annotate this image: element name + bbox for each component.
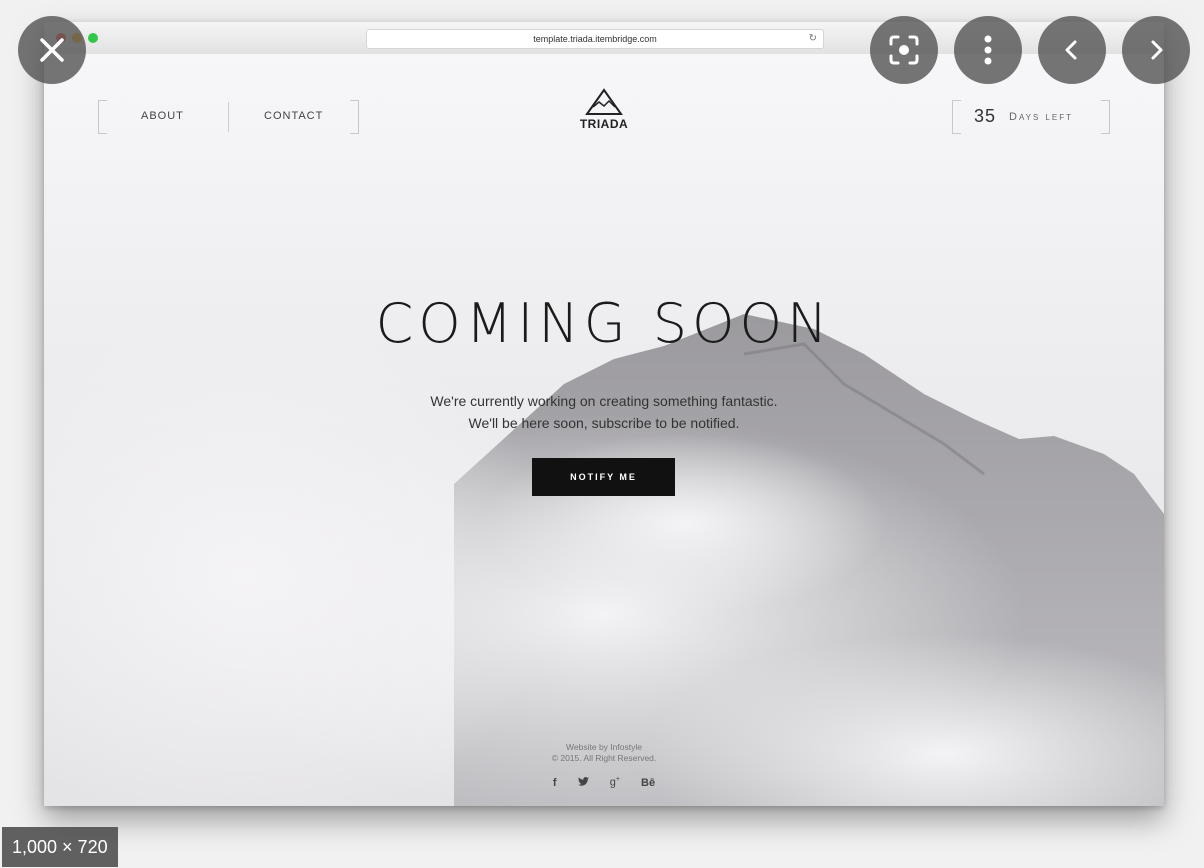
more-vert-icon xyxy=(984,35,992,65)
lens-icon xyxy=(889,35,919,65)
hero-subtitle-line1: We're currently working on creating some… xyxy=(430,393,778,409)
countdown-label: Days left xyxy=(1009,111,1073,123)
site-logo[interactable]: TRIADA xyxy=(577,88,631,131)
google-plus-icon[interactable]: g+ xyxy=(610,776,620,789)
lens-search-button[interactable] xyxy=(870,16,938,84)
footer-copyright: © 2015. All Right Reserved. xyxy=(551,753,657,763)
countdown: 35 Days left xyxy=(952,100,1110,134)
url-text: template.triada.itembridge.com xyxy=(533,34,657,44)
nav-bracket-right xyxy=(350,100,359,134)
reload-icon[interactable]: ↻ xyxy=(809,30,817,48)
previous-image-button[interactable] xyxy=(1038,16,1106,84)
countdown-bracket-left xyxy=(952,100,961,134)
twitter-icon[interactable] xyxy=(577,776,589,789)
countdown-bracket-right xyxy=(1101,100,1110,134)
zoom-window-dot[interactable] xyxy=(88,33,98,43)
logo-text: TRIADA xyxy=(579,117,629,131)
address-bar[interactable]: template.triada.itembridge.com ↻ xyxy=(366,29,824,49)
next-image-button[interactable] xyxy=(1122,16,1190,84)
more-options-button[interactable] xyxy=(954,16,1022,84)
footer-credit: Website by Infostyle xyxy=(566,742,642,752)
social-links: f g+ Bē xyxy=(44,776,1164,789)
landing-page: ABOUT CONTACT TRIADA 35 Days left COMING… xyxy=(44,54,1164,806)
nav-bracket-left xyxy=(98,100,107,134)
nav-divider xyxy=(228,102,229,132)
browser-window: template.triada.itembridge.com ↻ ABOUT C… xyxy=(44,22,1164,806)
close-viewer-button[interactable] xyxy=(18,16,86,84)
mountain-icon xyxy=(585,88,623,115)
notify-me-button[interactable]: NOTIFY ME xyxy=(532,458,675,496)
hero-subtitle: We're currently working on creating some… xyxy=(44,390,1164,434)
chevron-right-icon xyxy=(1151,40,1163,60)
countdown-number: 35 xyxy=(974,106,997,126)
nav-contact-link[interactable]: CONTACT xyxy=(264,110,323,122)
footer: Website by Infostyle © 2015. All Right R… xyxy=(44,742,1164,764)
facebook-icon[interactable]: f xyxy=(553,777,557,789)
close-icon xyxy=(40,38,64,62)
hero-title: COMING SOON xyxy=(375,292,833,355)
nav-about-link[interactable]: ABOUT xyxy=(141,110,184,122)
image-dimensions-label: 1,000 × 720 xyxy=(2,827,118,867)
behance-icon[interactable]: Bē xyxy=(641,777,655,789)
chevron-left-icon xyxy=(1065,40,1077,60)
hero-subtitle-line2: We'll be here soon, subscribe to be noti… xyxy=(468,415,740,431)
